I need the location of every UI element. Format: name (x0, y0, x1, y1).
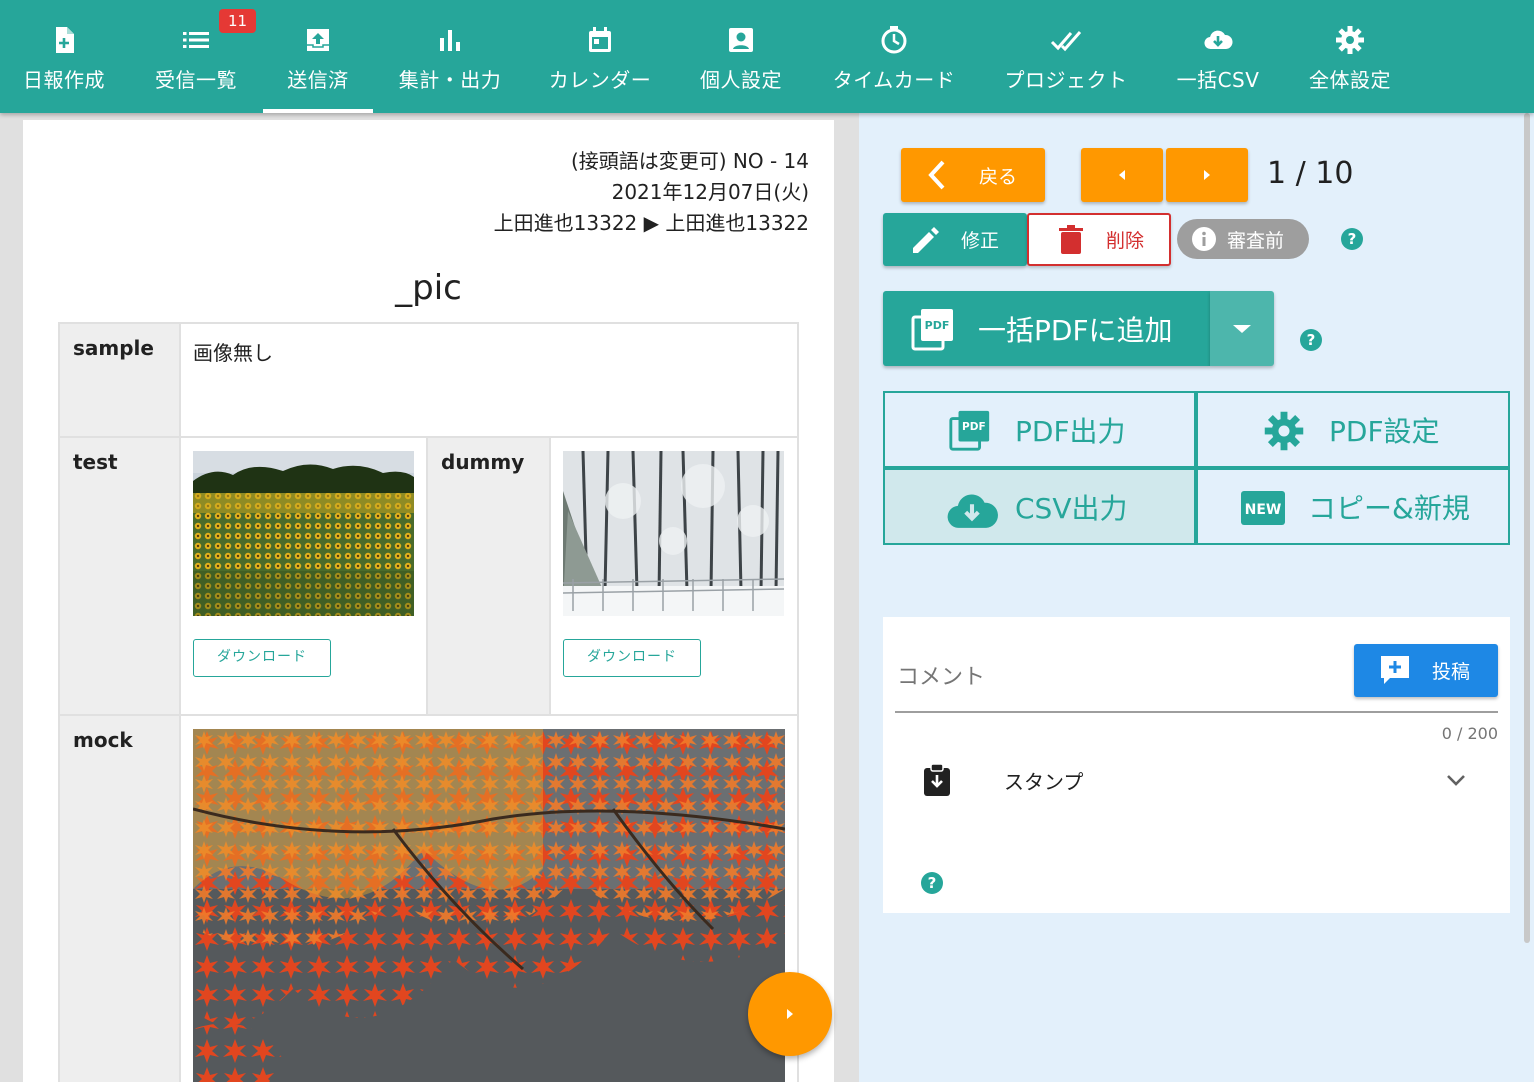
help-icon[interactable]: ? (1300, 329, 1322, 351)
add-to-bulk-pdf-button[interactable]: PDF 一括PDFに追加 (883, 291, 1210, 366)
report-sheet: (接頭語は変更可) NO - 14 2021年12月07日(火) 上田進也133… (23, 120, 834, 1082)
timer-icon (881, 26, 907, 54)
back-button[interactable]: 戻る (901, 148, 1045, 202)
gear-icon (1264, 411, 1304, 451)
bulk-pdf-dropdown-button[interactable] (1210, 291, 1274, 366)
field-label-sample: sample (58, 322, 181, 438)
svg-text:PDF: PDF (962, 421, 986, 433)
report-route: 上田進也13322 ▶ 上田進也13322 (493, 211, 809, 235)
autumn-maple-photo[interactable] (193, 729, 785, 1082)
pdf-stack-icon: PDF (949, 410, 990, 451)
pdf-settings-button[interactable]: PDF設定 (1196, 391, 1510, 468)
pdf-stack-icon: PDF (911, 309, 953, 351)
snowy-forest-photo[interactable] (563, 451, 784, 616)
cloud-download-icon (947, 494, 998, 528)
delete-button[interactable]: 削除 (1027, 213, 1171, 266)
add-comment-icon (1381, 656, 1409, 684)
nav-sent[interactable]: 送信済 (263, 0, 373, 113)
trash-icon (1059, 225, 1083, 254)
caret-right-icon (1204, 170, 1210, 180)
svg-text:NEW: NEW (1245, 502, 1282, 518)
outbox-icon (307, 29, 329, 51)
field-value-mock (179, 714, 799, 1082)
field-value-sample: 画像無し (179, 322, 799, 438)
nav-personal-settings[interactable]: 個人設定 (691, 0, 791, 113)
help-icon[interactable]: ? (1341, 228, 1363, 250)
next-report-fab[interactable] (748, 972, 832, 1056)
status-chip: 審査前 (1177, 219, 1309, 259)
report-title: _pic (395, 268, 462, 308)
new-badge-icon: NEW (1241, 491, 1285, 525)
bar-chart-icon (440, 30, 460, 51)
field-label-mock: mock (58, 714, 181, 1082)
chevron-left-icon (928, 160, 945, 190)
nav-aggregate-output[interactable]: 集計・出力 (390, 0, 510, 113)
info-icon (1192, 227, 1216, 251)
help-icon[interactable]: ? (921, 872, 943, 894)
prev-page-button[interactable] (1081, 148, 1163, 202)
download-dummy-button[interactable]: ダウンロード (563, 639, 701, 677)
edit-button[interactable]: 修正 (883, 213, 1027, 266)
pencil-icon (913, 227, 939, 253)
cloud-download-icon (1204, 30, 1233, 50)
caret-right-icon (787, 1009, 793, 1019)
post-comment-button[interactable]: 投稿 (1354, 644, 1498, 697)
chevron-down-icon (1447, 775, 1465, 786)
caret-left-icon (1119, 170, 1125, 180)
stamp-selector[interactable]: スタンプ (895, 752, 1498, 808)
field-label-test: test (58, 436, 181, 716)
comment-card: コメント 投稿 0 / 200 スタンプ ? (883, 617, 1510, 913)
copy-new-button[interactable]: NEW コピー&新規 (1196, 468, 1510, 545)
scrollbar[interactable] (1524, 113, 1530, 943)
nav-bulk-csv[interactable]: 一括CSV (1168, 0, 1268, 113)
pdf-output-button[interactable]: PDF PDF出力 (883, 391, 1196, 468)
field-value-dummy: ダウンロード (549, 436, 799, 716)
field-label-dummy: dummy (426, 436, 551, 716)
comment-input[interactable]: コメント (895, 637, 1350, 711)
user-card-icon (729, 28, 753, 52)
nav-project[interactable]: プロジェクト (996, 0, 1136, 113)
next-page-button[interactable] (1166, 148, 1248, 202)
svg-text:PDF: PDF (925, 319, 950, 332)
nav-create-report[interactable]: 日報作成 (14, 0, 114, 113)
page-counter: 1 / 10 (1267, 156, 1354, 191)
caret-down-icon (1233, 324, 1251, 333)
gear-icon (1336, 26, 1364, 54)
file-plus-icon (56, 27, 74, 53)
report-number: (接頭語は変更可) NO - 14 (570, 149, 809, 173)
comment-underline (895, 711, 1498, 713)
list-icon (183, 32, 209, 48)
inbox-count-badge: 11 (219, 9, 256, 33)
report-date: 2021年12月07日(火) (611, 180, 809, 204)
check-double-icon (1050, 31, 1082, 52)
report-meta: (接頭語は変更可) NO - 14 2021年12月07日(火) 上田進也133… (494, 146, 809, 239)
field-value-test: ダウンロード (179, 436, 428, 716)
calendar-icon (589, 27, 611, 52)
comment-char-counter: 0 / 200 (1441, 724, 1498, 743)
nav-calendar[interactable]: カレンダー (540, 0, 660, 113)
nav-timecard[interactable]: タイムカード (824, 0, 964, 113)
nav-global-settings[interactable]: 全体設定 (1300, 0, 1400, 113)
sunflower-field-photo[interactable] (193, 451, 414, 616)
top-navigation: 日報作成 受信一覧 送信済 集計・出力 カレンダー 個人設定 タイムカード プロ… (0, 0, 1534, 113)
csv-output-button[interactable]: CSV出力 (883, 468, 1196, 545)
stamp-clipboard-icon (924, 763, 950, 796)
download-test-button[interactable]: ダウンロード (193, 639, 331, 677)
